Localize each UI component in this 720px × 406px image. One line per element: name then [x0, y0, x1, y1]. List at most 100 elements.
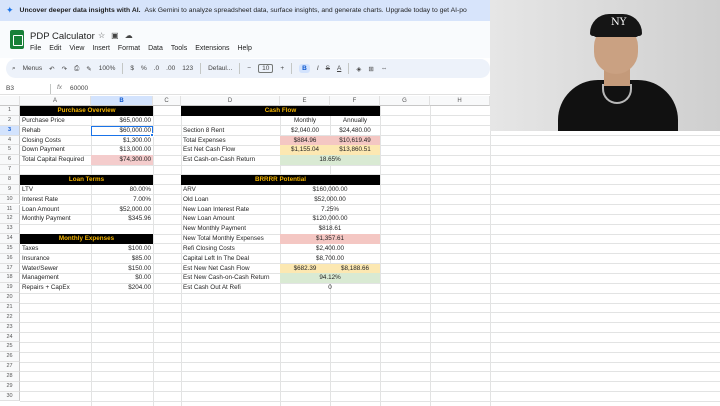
- brrrr-label[interactable]: Old Loan: [181, 195, 280, 205]
- column-header-f[interactable]: F: [330, 96, 380, 106]
- column-header-b[interactable]: B: [91, 96, 153, 106]
- text-color-button[interactable]: A: [337, 65, 341, 72]
- row-header-21[interactable]: 21: [0, 303, 20, 313]
- brrrr-monthly[interactable]: $682.39: [280, 263, 330, 274]
- brrrr-value[interactable]: 7.25%: [280, 205, 380, 215]
- brrrr-value[interactable]: 0: [280, 283, 380, 293]
- row-header-23[interactable]: 23: [0, 322, 20, 333]
- formula-input[interactable]: 60000: [70, 85, 88, 92]
- row-header-8[interactable]: 8: [0, 174, 20, 185]
- brrrr-label[interactable]: ARV: [181, 185, 280, 195]
- undo-icon[interactable]: ↶: [49, 65, 54, 73]
- more-formats-button[interactable]: 123: [182, 65, 193, 72]
- brrrr-label[interactable]: Capital Left In The Deal: [181, 254, 280, 264]
- purchase-value[interactable]: $60,000.00: [91, 125, 153, 136]
- brrrr-value[interactable]: $8,700.00: [280, 254, 380, 264]
- row-header-7[interactable]: 7: [0, 165, 20, 175]
- loan-label[interactable]: LTV: [20, 185, 91, 195]
- row-header-15[interactable]: 15: [0, 243, 20, 254]
- cashflow-value[interactable]: 18.65%: [280, 155, 380, 166]
- cashflow-col-monthly[interactable]: Monthly: [280, 116, 330, 126]
- row-header-4[interactable]: 4: [0, 135, 20, 146]
- row-header-24[interactable]: 24: [0, 332, 20, 343]
- row-header-1[interactable]: 1: [0, 106, 20, 116]
- monthly-expenses-header[interactable]: Monthly Expenses: [20, 234, 153, 244]
- redo-icon[interactable]: ↷: [62, 65, 67, 73]
- brrrr-label[interactable]: Est New Net Cash Flow: [181, 264, 280, 274]
- column-header-d[interactable]: D: [181, 96, 280, 106]
- brrrr-label[interactable]: New Monthly Payment: [181, 224, 280, 234]
- cashflow-col-annually[interactable]: Annually: [330, 116, 380, 126]
- font-size-decrease-button[interactable]: −: [247, 65, 251, 72]
- cashflow-annually[interactable]: $10,619.49: [330, 135, 380, 146]
- expense-value[interactable]: $0.00: [91, 273, 153, 283]
- expense-value[interactable]: $100.00: [91, 244, 153, 254]
- expense-label[interactable]: Repairs + CapEx: [20, 283, 91, 293]
- column-header-h[interactable]: H: [430, 96, 490, 106]
- loan-label[interactable]: Monthly Payment: [20, 214, 91, 224]
- purchase-value[interactable]: $1,300.00: [91, 136, 153, 146]
- brrrr-label[interactable]: Est Cash Out At Refi: [181, 283, 280, 293]
- decrease-decimal-button[interactable]: .0: [154, 65, 159, 72]
- loan-label[interactable]: Loan Amount: [20, 205, 91, 215]
- star-icon[interactable]: ☆: [98, 31, 105, 40]
- loan-label[interactable]: Interest Rate: [20, 195, 91, 205]
- cashflow-monthly[interactable]: $884.96: [280, 135, 330, 146]
- row-header-2[interactable]: 2: [0, 115, 20, 126]
- row-header-27[interactable]: 27: [0, 362, 20, 372]
- row-header-10[interactable]: 10: [0, 194, 20, 205]
- brrrr-value[interactable]: $120,000.00: [280, 214, 380, 224]
- row-header-18[interactable]: 18: [0, 273, 20, 284]
- row-header-9[interactable]: 9: [0, 184, 20, 195]
- brrrr-value[interactable]: $2,400.00: [280, 244, 380, 254]
- borders-icon[interactable]: ⊞: [368, 65, 373, 73]
- print-icon[interactable]: ⎙: [74, 65, 79, 73]
- loan-value[interactable]: $345.96: [91, 214, 153, 224]
- loan-value[interactable]: 7.00%: [91, 195, 153, 205]
- column-header-e[interactable]: E: [280, 96, 330, 106]
- row-header-26[interactable]: 26: [0, 352, 20, 363]
- row-header-3[interactable]: 3: [0, 125, 20, 136]
- expense-value[interactable]: $204.00: [91, 283, 153, 293]
- brrrr-value[interactable]: $1,357.61: [280, 234, 380, 244]
- brrrr-value[interactable]: $160,000.00: [280, 185, 380, 195]
- cashflow-annually[interactable]: $13,860.51: [330, 145, 380, 156]
- purchase-value[interactable]: $65,000.00: [91, 116, 153, 126]
- menu-extensions[interactable]: Extensions: [195, 45, 229, 52]
- row-header-14[interactable]: 14: [0, 234, 20, 244]
- purchase-label[interactable]: Down Payment: [20, 145, 91, 155]
- zoom-select[interactable]: 100%: [99, 65, 116, 72]
- purchase-label[interactable]: Total Capital Required: [20, 155, 91, 165]
- selection-fill-handle[interactable]: [150, 132, 154, 137]
- merge-cells-icon[interactable]: ⇔: [381, 65, 388, 72]
- row-header-20[interactable]: 20: [0, 293, 20, 303]
- brrrr-label[interactable]: Refi Closing Costs: [181, 244, 280, 254]
- row-header-16[interactable]: 16: [0, 253, 20, 264]
- sheets-logo-icon[interactable]: [10, 30, 24, 49]
- search-menus-button[interactable]: Menus: [23, 65, 43, 72]
- row-header-28[interactable]: 28: [0, 371, 20, 382]
- name-box[interactable]: B3: [6, 85, 14, 92]
- loan-terms-header[interactable]: Loan Terms: [20, 174, 153, 185]
- font-size-increase-button[interactable]: +: [280, 65, 284, 72]
- cashflow-label[interactable]: Total Expenses: [181, 136, 280, 146]
- purchase-label[interactable]: Purchase Price: [20, 116, 91, 126]
- menu-file[interactable]: File: [30, 45, 41, 52]
- row-header-12[interactable]: 12: [0, 214, 20, 225]
- column-header-a[interactable]: A: [20, 96, 91, 106]
- cashflow-monthly[interactable]: $2,040.00: [280, 126, 330, 136]
- brrrr-label[interactable]: Est New Cash-on-Cash Return: [181, 273, 280, 283]
- purchase-overview-header[interactable]: Purchase Overview: [20, 106, 153, 116]
- purchase-label[interactable]: Rehab: [20, 126, 91, 136]
- paint-format-icon[interactable]: ✎: [86, 65, 91, 73]
- purchase-value[interactable]: $13,000.00: [91, 145, 153, 155]
- fill-color-icon[interactable]: ◈: [356, 65, 361, 73]
- percent-format-button[interactable]: %: [141, 65, 147, 72]
- italic-button[interactable]: I: [317, 65, 319, 72]
- cash-flow-header[interactable]: Cash Flow: [181, 106, 380, 116]
- expense-label[interactable]: Insurance: [20, 254, 91, 264]
- expense-value[interactable]: $150.00: [91, 264, 153, 274]
- cashflow-annually[interactable]: $24,480.00: [330, 126, 380, 136]
- menu-help[interactable]: Help: [237, 45, 251, 52]
- cashflow-label[interactable]: Est Net Cash Flow: [181, 145, 280, 155]
